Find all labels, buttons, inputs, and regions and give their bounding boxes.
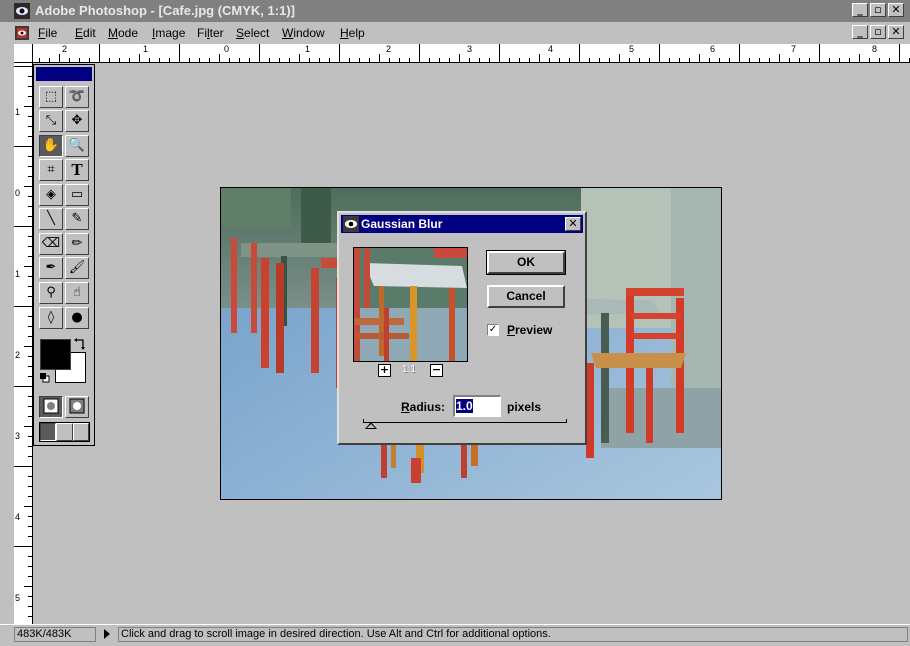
ruler-v-label: 1 bbox=[15, 269, 21, 279]
app-title-bar[interactable]: Adobe Photoshop - [Cafe.jpg (CMYK, 1:1)]… bbox=[0, 0, 910, 22]
minimize-button[interactable]: _ bbox=[852, 3, 868, 17]
line-tool-icon[interactable]: ╲ bbox=[39, 208, 63, 230]
cancel-button[interactable]: Cancel bbox=[487, 285, 565, 308]
left-strip bbox=[0, 44, 14, 624]
ruler-h-label: 8 bbox=[872, 44, 878, 54]
radius-value: 1.0 bbox=[456, 399, 473, 413]
ruler-v-label: 3 bbox=[15, 431, 21, 441]
document-size-readout: 483K/483K bbox=[14, 627, 96, 642]
preview-image bbox=[354, 248, 467, 361]
ruler-v-label: 4 bbox=[15, 512, 21, 522]
zoom-in-button[interactable]: + bbox=[378, 364, 391, 377]
gradient-tool-icon[interactable]: ▭ bbox=[65, 184, 89, 206]
default-colors-icon[interactable] bbox=[40, 373, 50, 383]
zoom-tool-icon[interactable]: 🔍 bbox=[65, 135, 89, 157]
eraser-tool-icon[interactable]: ⌫ bbox=[39, 233, 63, 255]
ruler-v-label: 0 bbox=[15, 188, 21, 198]
radius-slider-track[interactable] bbox=[363, 419, 567, 423]
ruler-h-label: 5 bbox=[629, 44, 635, 54]
menu-select[interactable]: Select bbox=[236, 26, 269, 40]
preview-label[interactable]: Preview bbox=[507, 323, 552, 337]
rubber-stamp-tool-icon[interactable]: ⚲ bbox=[39, 282, 63, 304]
horizontal-ruler-ticks bbox=[19, 44, 910, 62]
menu-window[interactable]: Window bbox=[282, 26, 325, 40]
menu-file[interactable]: File bbox=[38, 26, 57, 40]
ruler-h-label: 2 bbox=[386, 44, 392, 54]
horizontal-ruler[interactable]: 2 1 0 1 2 3 4 5 6 7 8 bbox=[14, 44, 910, 63]
airbrush-tool-icon[interactable]: ✒ bbox=[39, 257, 63, 279]
blur-tool-icon[interactable]: ◊ bbox=[39, 307, 63, 329]
quick-mask-mode-icon[interactable] bbox=[65, 396, 89, 418]
dodge-tool-icon[interactable]: ● bbox=[65, 307, 89, 329]
gaussian-blur-dialog: Gaussian Blur ✕ + 1:1 − OK Cancel ✓ Prev… bbox=[337, 211, 587, 445]
menu-filter[interactable]: Filter bbox=[197, 26, 224, 40]
toolbox-palette: ⬚ ➰ ⤡ ✥ ✋ 🔍 ⌗ T ◈ ▭ ╲ ✎ ⌫ ✏ ✒ 🖌 ⚲ ☝ ◊ ● bbox=[33, 64, 95, 446]
ruler-h-label: 4 bbox=[548, 44, 554, 54]
ruler-h-label: 7 bbox=[791, 44, 797, 54]
hand-tool-icon[interactable]: ✋ bbox=[39, 135, 63, 157]
ruler-v-label: 1 bbox=[15, 107, 21, 117]
foreground-color-swatch[interactable] bbox=[40, 339, 71, 370]
ruler-h-label: 3 bbox=[467, 44, 473, 54]
standard-screen-mode-icon[interactable] bbox=[40, 423, 57, 441]
menu-help[interactable]: Help bbox=[340, 26, 365, 40]
radius-input[interactable]: 1.0 bbox=[453, 395, 501, 417]
ruler-v-label: 2 bbox=[15, 350, 21, 360]
full-screen-menubar-mode-icon[interactable] bbox=[56, 423, 73, 441]
smudge-tool-icon[interactable]: ☝ bbox=[65, 282, 89, 304]
menu-edit[interactable]: Edit bbox=[75, 26, 96, 40]
preview-thumbnail[interactable] bbox=[353, 247, 468, 362]
preview-checkbox[interactable]: ✓ bbox=[487, 324, 499, 336]
menu-bar: File Edit Mode Image Filter Select Windo… bbox=[0, 23, 910, 43]
screen-mode-group bbox=[39, 422, 90, 442]
radius-slider-thumb[interactable] bbox=[365, 422, 377, 429]
full-screen-mode-icon[interactable] bbox=[72, 423, 89, 441]
lasso-tool-icon[interactable]: ➰ bbox=[65, 86, 89, 108]
ruler-corner[interactable] bbox=[14, 44, 33, 63]
crop-tool-icon[interactable]: ⌗ bbox=[39, 159, 63, 181]
move-tool-icon[interactable]: ✥ bbox=[65, 110, 89, 132]
ruler-h-label: 0 bbox=[224, 44, 230, 54]
doc-close-button[interactable]: ✕ bbox=[888, 25, 904, 39]
ruler-h-label: 1 bbox=[305, 44, 311, 54]
dialog-title: Gaussian Blur bbox=[361, 217, 443, 231]
paintbrush-tool-icon[interactable]: 🖌 bbox=[65, 257, 89, 279]
swap-colors-icon[interactable] bbox=[74, 338, 86, 350]
restore-button[interactable]: ▫ bbox=[870, 3, 886, 17]
zoom-out-button[interactable]: − bbox=[430, 364, 443, 377]
menu-mode[interactable]: Mode bbox=[108, 26, 138, 40]
magic-wand-tool-icon[interactable]: ⤡ bbox=[39, 110, 63, 132]
status-menu-arrow-icon[interactable] bbox=[104, 629, 110, 639]
ruler-h-label: 6 bbox=[710, 44, 716, 54]
pencil-tool-icon[interactable]: ✏ bbox=[65, 233, 89, 255]
doc-restore-button[interactable]: ▫ bbox=[870, 25, 886, 39]
dialog-close-button[interactable]: ✕ bbox=[565, 217, 581, 231]
standard-mode-icon[interactable] bbox=[39, 396, 63, 418]
photoshop-eye-icon bbox=[343, 216, 359, 232]
status-bar: 483K/483K Click and drag to scroll image… bbox=[0, 624, 910, 646]
menu-image[interactable]: Image bbox=[152, 26, 185, 40]
toolbox-caption[interactable] bbox=[36, 67, 92, 81]
vertical-ruler-ticks bbox=[14, 66, 32, 617]
radius-unit-label: pixels bbox=[507, 400, 542, 414]
ruler-v-label: 5 bbox=[15, 593, 21, 603]
marquee-tool-icon[interactable]: ⬚ bbox=[39, 86, 63, 108]
vertical-ruler[interactable]: 1 0 1 2 3 4 5 bbox=[14, 63, 33, 624]
paint-bucket-tool-icon[interactable]: ◈ bbox=[39, 184, 63, 206]
document-icon[interactable] bbox=[14, 25, 30, 41]
type-tool-icon[interactable]: T bbox=[65, 159, 89, 181]
ruler-h-label: 1 bbox=[143, 44, 149, 54]
dialog-title-bar[interactable]: Gaussian Blur ✕ bbox=[341, 215, 583, 233]
photoshop-eye-icon bbox=[14, 3, 30, 19]
ruler-h-label: 2 bbox=[62, 44, 68, 54]
close-button[interactable]: ✕ bbox=[888, 3, 904, 17]
window-title: Adobe Photoshop - [Cafe.jpg (CMYK, 1:1)] bbox=[35, 3, 295, 18]
status-message: Click and drag to scroll image in desire… bbox=[118, 627, 908, 642]
eyedropper-tool-icon[interactable]: ✎ bbox=[65, 208, 89, 230]
zoom-level-label: 1:1 bbox=[402, 364, 416, 375]
radius-label: Radius: bbox=[401, 400, 446, 414]
doc-minimize-button[interactable]: _ bbox=[852, 25, 868, 39]
ok-button[interactable]: OK bbox=[486, 250, 566, 275]
